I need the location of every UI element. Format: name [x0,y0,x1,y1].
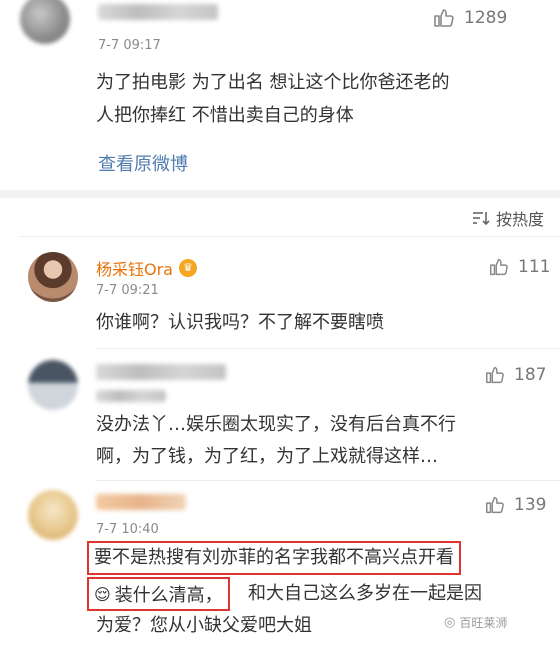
avatar[interactable] [28,360,78,410]
sort-icon [472,212,490,226]
comment-item: 187 没办法丫…娱乐圈太现实了，没有后台真不行 啊，为了钱，为了红，为了上戏就… [0,350,560,480]
comment-date: 7-7 10:40 [96,522,159,537]
thumbs-up-icon [486,496,504,514]
wechat-icon: ◎ [444,615,456,630]
comment-username[interactable]: 杨采钰Ora ♛ [96,256,197,280]
comment-like-button[interactable]: 187 [484,364,546,386]
comment-text-highlighted-phrase: 装什么清高， [114,585,223,606]
comment-username-text: 杨采钰Ora [96,260,173,279]
comment-text: 你谁啊？认识我吗？不了解不要瞎喷 [96,312,384,333]
comment-text-line3: 为爱？您从小缺父爱吧大姐 [96,615,312,636]
post-card: 7-7 09:17 1289 为了拍电影 为了出名 想让这个比你爸还老的 人把你… [0,0,560,190]
comment-date: 7-7 09:21 [96,283,159,298]
comment-item: 杨采钰Ora ♛ 7-7 09:21 111 你谁啊？认识我吗？不了解不要瞎喷 [0,238,560,348]
view-original-link[interactable]: 查看原微博 [98,150,188,176]
avatar[interactable] [28,490,78,540]
comment-like-count: 139 [514,495,547,515]
sort-control[interactable]: 按热度 [472,206,544,230]
post-date: 7-7 09:17 [98,38,161,53]
thumbs-up-icon [486,366,504,384]
crown-badge-icon: ♛ [178,259,197,277]
comment-like-count: 111 [518,257,551,277]
thumbs-up-icon [434,9,454,27]
comment-like-button[interactable]: 111 [488,256,550,278]
comment-text-line1: 没办法丫…娱乐圈太现实了，没有后台真不行 [96,414,456,435]
avatar[interactable] [20,0,70,44]
username-blurred[interactable] [96,494,186,510]
post-text-line2: 人把你捧红 不惜出卖自己的身体 [96,105,354,126]
comment-text-highlighted-line2: 😌 装什么清高， [87,577,230,611]
date-blurred [96,390,166,402]
divider [96,348,560,349]
sort-label: 按热度 [495,210,544,229]
divider [96,480,560,481]
comments-panel: 按热度 杨采钰Ora ♛ 7-7 09:21 111 你谁啊？认识我吗？不了解不… [0,198,560,650]
username-blurred[interactable] [96,364,226,380]
divider [20,236,560,237]
username-blurred[interactable] [98,4,218,20]
emoji-icon: 😌 [94,584,111,604]
comment-like-count: 187 [514,365,547,385]
watermark: ◎ 百旺莱浉 [444,614,507,631]
post-like-button[interactable]: 1289 [432,6,507,30]
comment-item: 7-7 10:40 139 要不是热搜有刘亦菲的名字我都不高兴点开看 😌 装什么… [0,482,560,650]
comment-text-line2-rest: 和大自己这么多岁在一起是因 [248,583,482,604]
post-like-count: 1289 [464,8,508,28]
comment-like-button[interactable]: 139 [484,494,546,516]
watermark-text: 百旺莱浉 [459,616,508,630]
post-text-line1: 为了拍电影 为了出名 想让这个比你爸还老的 [96,72,450,93]
avatar[interactable] [28,252,78,302]
comment-text-line2: 啊，为了钱，为了红，为了上戏就得这样… [96,446,438,467]
thumbs-up-icon [490,258,508,276]
comment-text-highlighted-line1: 要不是热搜有刘亦菲的名字我都不高兴点开看 [87,541,461,575]
